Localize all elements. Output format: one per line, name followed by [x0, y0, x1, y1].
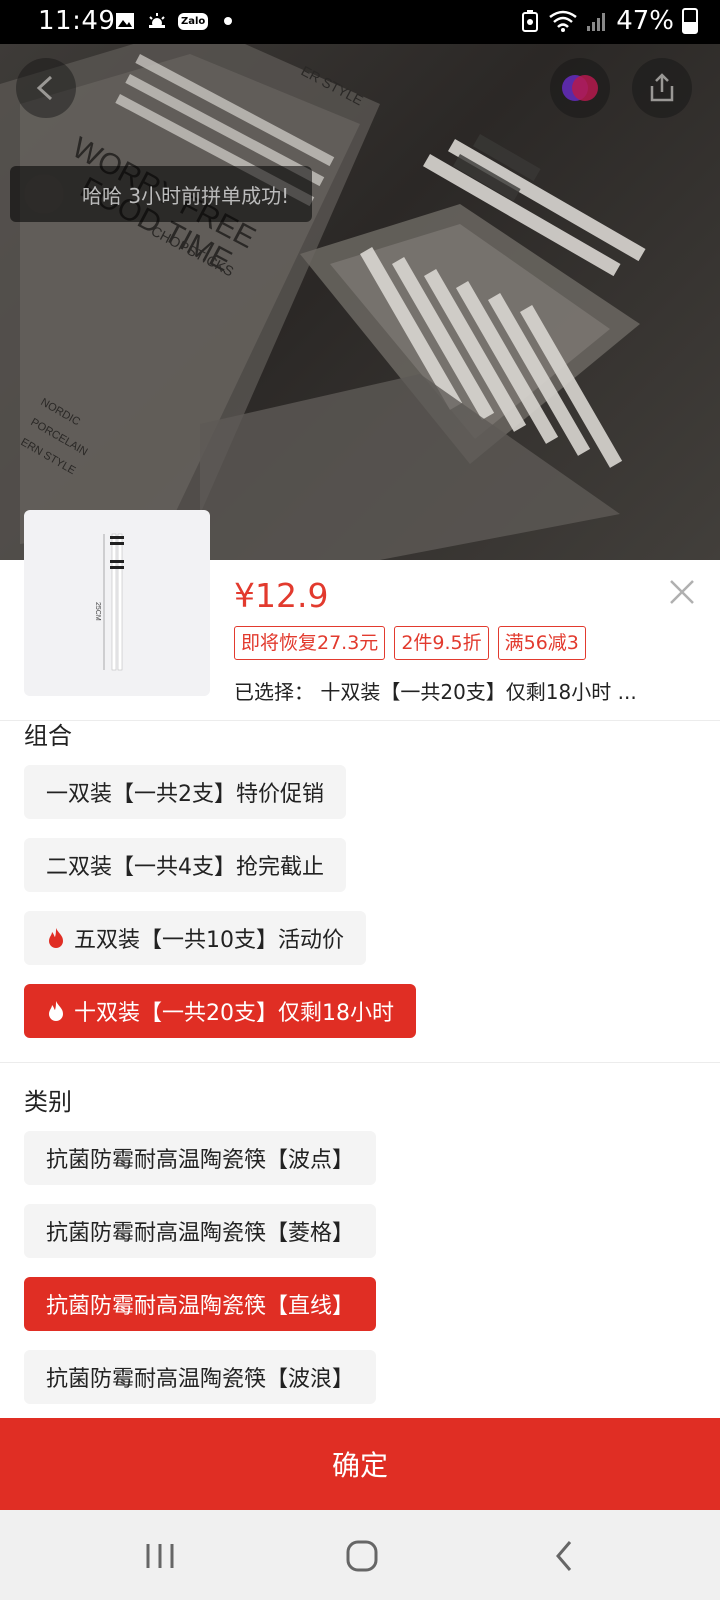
promo-tag: 满56减3	[497, 626, 586, 660]
promo-tags: 即将恢复27.3元 2件9.5折 满56减3	[234, 626, 586, 660]
thumbnail-image: 25CM	[94, 533, 124, 671]
combo-option[interactable]: 二双装【一共4支】抢完截止	[24, 838, 346, 892]
status-bar: 11:49 Zalo 47%	[0, 0, 720, 44]
category-option-label: 抗菌防霉耐高温陶瓷筷【波点】	[46, 1148, 355, 1173]
fire-icon	[49, 928, 63, 948]
home-icon[interactable]	[342, 1538, 382, 1574]
toast-text: 哈哈 3小时前拼单成功!	[82, 183, 290, 208]
wifi-icon	[549, 10, 577, 32]
combo-option-selected[interactable]: 十双装【一共20支】仅剩18小时	[24, 984, 416, 1038]
more-notifications-icon	[224, 17, 233, 25]
weather-icon	[149, 13, 165, 28]
category-option-label: 抗菌防霉耐高温陶瓷筷【菱格】	[46, 1221, 355, 1246]
gallery-icon	[116, 13, 134, 29]
category-option-selected[interactable]: 抗菌防霉耐高温陶瓷筷【直线】	[24, 1277, 377, 1331]
category-option-label: 抗菌防霉耐高温陶瓷筷【直线】	[46, 1294, 355, 1319]
product-photo[interactable]: WORRY FREE FOOD TIME CHOPSTICKS ER STYLE…	[0, 44, 720, 560]
combo-option-label: 二双装【一共4支】抢完截止	[46, 855, 324, 880]
signal-icon	[587, 13, 606, 31]
promo-tag: 即将恢复27.3元	[234, 626, 386, 660]
battery-icon	[682, 8, 698, 34]
fire-icon	[49, 1001, 63, 1021]
battery-percent: 47%	[616, 6, 674, 36]
share-button[interactable]	[632, 58, 692, 118]
promo-tag: 2件9.5折	[394, 626, 489, 660]
confirm-button[interactable]: 确定	[0, 1418, 720, 1510]
combo-option[interactable]: 一双装【一共2支】特价促销	[24, 765, 346, 819]
product-price: ¥12.9	[234, 576, 329, 615]
divider	[0, 1062, 720, 1063]
product-thumbnail[interactable]: 25CM	[24, 510, 210, 696]
category-option[interactable]: 抗菌防霉耐高温陶瓷筷【菱格】	[24, 1204, 377, 1258]
category-option[interactable]: 抗菌防霉耐高温陶瓷筷【波浪】	[24, 1350, 377, 1404]
system-status: 47%	[520, 6, 698, 36]
thumbnail-size-label: 25CM	[94, 602, 101, 621]
selected-summary: 已选择： 十双装【一共20支】仅剩18小时 ...	[234, 680, 637, 704]
share-icon	[650, 73, 674, 102]
zalo-icon: Zalo	[178, 12, 209, 30]
group-buy-toast: 哈哈 3小时前拼单成功!	[10, 166, 312, 222]
notification-icons: Zalo	[114, 10, 233, 32]
status-time: 11:49	[38, 6, 116, 36]
combo-option-label: 十双装【一共20支】仅剩18小时	[74, 1001, 394, 1026]
avatar-button[interactable]	[550, 58, 610, 118]
combo-section-title: 组合	[24, 722, 72, 750]
chopsticks-photo: WORRY FREE FOOD TIME CHOPSTICKS ER STYLE…	[0, 44, 646, 560]
back-button[interactable]	[16, 58, 76, 118]
combo-option-label: 一双装【一共2支】特价促销	[46, 782, 324, 807]
category-option-label: 抗菌防霉耐高温陶瓷筷【波浪】	[46, 1367, 355, 1392]
combo-option[interactable]: 五双装【一共10支】活动价	[24, 911, 366, 965]
avatar-icon	[562, 75, 598, 101]
battery-saver-icon	[522, 10, 539, 32]
close-icon[interactable]	[668, 578, 696, 606]
system-nav-bar	[0, 1510, 720, 1600]
category-section-title: 类别	[24, 1088, 72, 1116]
recent-apps-icon[interactable]	[140, 1538, 180, 1574]
back-arrow-icon	[36, 75, 53, 101]
back-nav-icon[interactable]	[546, 1538, 586, 1574]
toast-avatar	[24, 174, 64, 214]
divider	[0, 720, 720, 721]
category-option[interactable]: 抗菌防霉耐高温陶瓷筷【波点】	[24, 1131, 377, 1185]
combo-option-label: 五双装【一共10支】活动价	[74, 928, 344, 953]
